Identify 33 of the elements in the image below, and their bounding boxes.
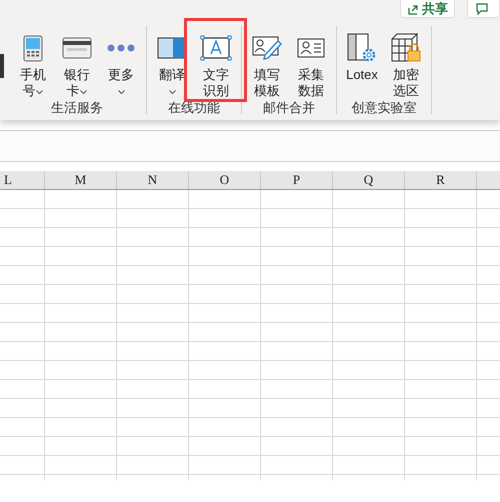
bank-card-icon: [62, 37, 92, 59]
column-header[interactable]: N: [117, 171, 189, 189]
ribbon-button[interactable]: 文字识别: [199, 32, 233, 99]
ribbon-button[interactable]: 翻译: [155, 32, 189, 99]
panel-gear-icon: [347, 33, 377, 63]
template-pen-icon: [252, 35, 282, 61]
grid-lock-icon: [391, 33, 421, 63]
column-header[interactable]: L: [0, 171, 45, 189]
comment-icon: [476, 2, 488, 14]
contact-card-icon: [297, 38, 325, 58]
ribbon-button[interactable]: 填写模板: [250, 32, 284, 99]
column-header[interactable]: Q: [333, 171, 405, 189]
ribbon-button[interactable]: 采集数据: [294, 32, 328, 99]
ribbon-button[interactable]: Lotex: [345, 32, 379, 99]
share-icon: [407, 2, 419, 14]
phone-icon: [23, 34, 43, 62]
ribbon-button[interactable]: 手机号: [16, 32, 50, 99]
translate-icon: [157, 37, 187, 59]
ribbon-button[interactable]: 加密选区: [389, 32, 423, 99]
ribbon-button[interactable]: 银行卡: [60, 32, 94, 99]
ribbon-button[interactable]: 更多: [104, 32, 138, 99]
group-title: 创意实验室: [350, 100, 418, 117]
column-header[interactable]: P: [261, 171, 333, 189]
more-icon: [107, 44, 135, 52]
group-title: 生活服务: [50, 100, 104, 117]
text-recognition-icon: [200, 35, 232, 61]
group-title: 邮件合并: [262, 100, 316, 117]
column-header[interactable]: M: [45, 171, 117, 189]
column-header[interactable]: O: [189, 171, 261, 189]
group-title: 在线功能: [167, 100, 221, 117]
comment-button[interactable]: [467, 0, 500, 18]
share-button[interactable]: 共享: [400, 0, 455, 18]
column-header[interactable]: R: [405, 171, 477, 189]
